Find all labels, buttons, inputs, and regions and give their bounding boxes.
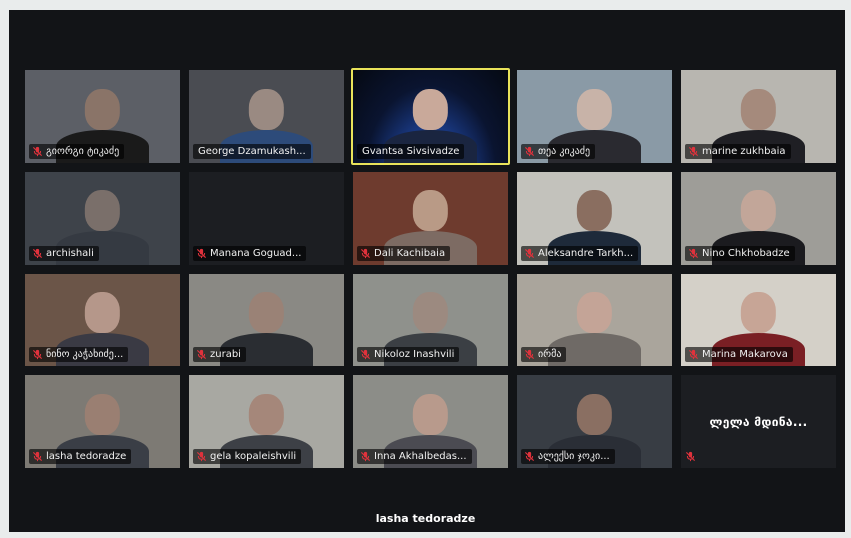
participant-name-tag: ირმა [521,347,567,363]
participant-head [248,292,285,334]
gallery-grid: გიორგი ტიკაძე George Dzamukash... Gvants… [23,68,838,470]
participant-tile-11[interactable]: ნინო კაჭახიძე... [23,272,182,369]
participant-name-tag: ნინო კაჭახიძე... [29,347,129,363]
participant-name: Aleksandre Tarkh... [538,247,634,259]
participant-head [576,393,613,435]
participant-tile-9[interactable]: Aleksandre Tarkh... [515,170,674,267]
participant-head [412,393,449,435]
muted-mic-icon [360,248,371,259]
participant-name-tag: Manana Goguad... [193,245,307,261]
participant-name: archishali [46,247,94,259]
participant-name-tag: Gvantsa Sivsivadze [357,143,465,159]
participant-name: lasha tedoradze [46,451,127,462]
participant-tile-16[interactable]: lasha tedoradze [23,373,182,470]
muted-mic-icon [360,451,371,462]
muted-mic-icon [32,349,43,360]
participant-name: George Dzamukash... [198,145,306,157]
participant-name: marine zukhbaia [702,145,786,157]
participant-name-tag: Dali Kachibaia [357,245,451,261]
participant-head [412,88,449,130]
participant-tile-17[interactable]: gela kopaleishvili [187,373,346,470]
muted-mic-icon [524,146,535,157]
muted-mic-icon [688,146,699,157]
participant-tile-4[interactable]: თეა კიკაძე [515,68,674,165]
muted-mic-icon [524,349,535,360]
muted-mic-icon [32,248,43,259]
participant-name: Manana Goguad... [210,247,302,259]
participant-tile-6[interactable]: archishali [23,170,182,267]
participant-head [412,292,449,334]
participant-tile-1[interactable]: გიორგი ტიკაძე [23,68,182,165]
muted-mic-icon [196,248,207,259]
participant-head [576,292,613,334]
participant-tile-13[interactable]: Nikoloz Inashvili [351,272,510,369]
muted-mic-icon [688,349,699,360]
participant-tile-2[interactable]: George Dzamukash... [187,68,346,165]
participant-tile-7[interactable]: Manana Goguad... [187,170,346,267]
muted-mic-icon [688,248,699,259]
participant-name: Dali Kachibaia [374,247,446,259]
participant-tile-10[interactable]: Nino Chkhobadze [679,170,838,267]
muted-mic-icon [32,146,43,157]
participant-name-tag: marine zukhbaia [685,143,791,159]
participant-name-tag: ალექსი ჯოკი... [521,449,615,464]
participant-tile-15[interactable]: Marina Makarova [679,272,838,369]
participant-tile-20[interactable]: ლელა მდინა... [679,373,838,470]
participant-tile-5[interactable]: marine zukhbaia [679,68,838,165]
muted-mic-icon [32,451,43,462]
participant-name-tag: Nino Chkhobadze [685,245,795,261]
participant-tile-8[interactable]: Dali Kachibaia [351,170,510,267]
participant-head [248,88,285,130]
participant-head [84,88,121,130]
participant-head [84,292,121,334]
participant-name: Nikoloz Inashvili [374,349,455,361]
participant-name-tag: zurabi [193,347,246,363]
muted-mic-icon [524,248,535,259]
participant-tile-12[interactable]: zurabi [187,272,346,369]
participant-name-tag: lasha tedoradze [29,449,132,464]
participant-head [84,190,121,232]
participant-name-tag: თეა კიკაძე [521,143,596,159]
participant-name: zurabi [210,349,241,361]
participant-head [576,88,613,130]
participant-name-tag: გიორგი ტიკაძე [29,143,125,159]
participant-name: ალექსი ჯოკი... [538,451,610,462]
participant-name: გიორგი ტიკაძე [46,145,120,157]
participant-tile-3[interactable]: Gvantsa Sivsivadze [351,68,510,165]
participant-head [84,393,121,435]
participant-tile-18[interactable]: Inna Akhalbedas... [351,373,510,470]
participant-name: Inna Akhalbedas... [374,451,467,462]
participant-name-tag: gela kopaleishvili [193,449,302,464]
participant-head [412,190,449,232]
participant-head [248,393,285,435]
active-speaker-label: lasha tedoradze [375,512,476,525]
participant-tile-14[interactable]: ირმა [515,272,674,369]
participant-name: gela kopaleishvili [210,451,297,462]
participant-name: თეა კიკაძე [538,145,591,157]
participant-name: Marina Makarova [702,349,788,361]
participant-head [576,190,613,232]
participant-name-tag: Aleksandre Tarkh... [521,245,639,261]
participant-name: Nino Chkhobadze [702,247,790,259]
muted-mic-icon [360,349,371,360]
participant-name-tag: Nikoloz Inashvili [357,347,460,363]
participant-name-tag: Marina Makarova [685,347,793,363]
participant-tile-19[interactable]: ალექსი ჯოკი... [515,373,674,470]
participant-head [740,190,777,232]
participant-name-tag: Inna Akhalbedas... [357,449,472,464]
participant-name-tag: archishali [29,245,99,261]
zoom-window: გიორგი ტიკაძე George Dzamukash... Gvants… [9,10,845,532]
muted-mic-icon [196,349,207,360]
participant-name: ნინო კაჭახიძე... [46,349,124,361]
participant-name: Gvantsa Sivsivadze [362,145,460,157]
participant-name: ირმა [538,349,562,361]
participant-display-name: ლელა მდინა... [709,414,808,429]
muted-mic-icon [524,451,535,462]
muted-mic-icon [196,451,207,462]
participant-head [740,292,777,334]
participant-name-tag: George Dzamukash... [193,143,311,159]
participant-head [740,88,777,130]
